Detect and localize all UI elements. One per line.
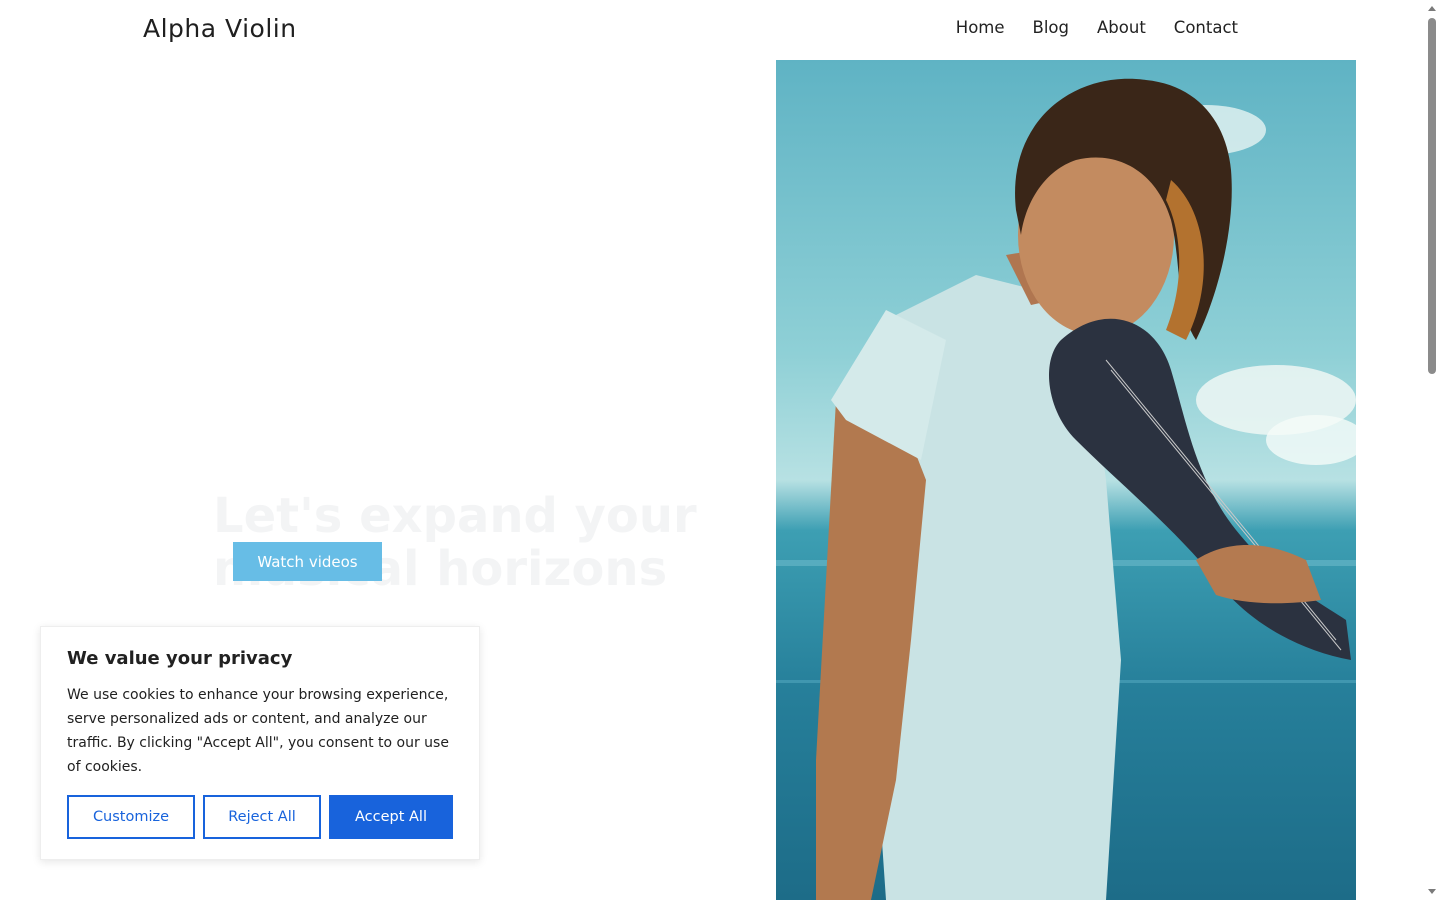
scrollbar[interactable] (1425, 0, 1440, 900)
cookie-title: We value your privacy (67, 648, 293, 669)
watch-videos-button[interactable]: Watch videos (233, 542, 382, 581)
accept-all-button[interactable]: Accept All (329, 795, 453, 839)
nav-blog[interactable]: Blog (1033, 18, 1069, 37)
scroll-down-icon[interactable] (1428, 889, 1436, 894)
site-title[interactable]: Alpha Violin (143, 14, 297, 43)
customize-button[interactable]: Customize (67, 795, 195, 839)
page: Alpha Violin Home Blog About Contact Let… (0, 0, 1440, 900)
main-nav: Home Blog About Contact (956, 18, 1238, 37)
scroll-up-icon[interactable] (1428, 6, 1436, 11)
cookie-description: We use cookies to enhance your browsing … (67, 687, 449, 775)
scrollbar-thumb[interactable] (1428, 18, 1436, 374)
violinist-photo (776, 60, 1356, 900)
reject-all-button[interactable]: Reject All (203, 795, 321, 839)
nav-home[interactable]: Home (956, 18, 1005, 37)
nav-contact[interactable]: Contact (1174, 18, 1238, 37)
cookie-button-row: Customize Reject All Accept All (67, 795, 453, 839)
cookie-consent-banner: We value your privacy We use cookies to … (40, 626, 480, 860)
nav-about[interactable]: About (1097, 18, 1146, 37)
